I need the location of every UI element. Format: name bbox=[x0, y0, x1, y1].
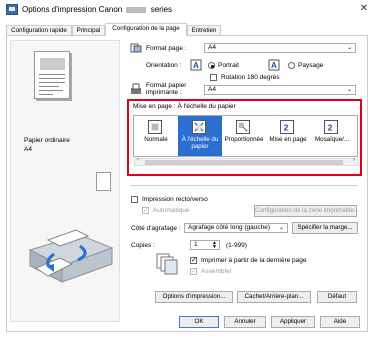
duplex-label: Impression recto/verso bbox=[142, 196, 208, 203]
layout-fit-icon bbox=[192, 120, 206, 134]
title-suffix: series bbox=[150, 5, 173, 14]
layout-item-poster[interactable]: 2 Mosaïque/... bbox=[310, 116, 354, 156]
print-options-button[interactable]: Options d'impression... bbox=[155, 291, 233, 303]
scroll-right-icon[interactable]: › bbox=[353, 157, 355, 163]
help-button[interactable]: Aide bbox=[320, 316, 360, 328]
last-page-label: Imprimer à partir de la dernière page bbox=[201, 257, 307, 264]
portrait-label: Portrait bbox=[218, 62, 239, 69]
printer-paper-label: Format papier imprimante : bbox=[146, 82, 186, 96]
landscape-icon: A bbox=[268, 59, 280, 71]
scroll-left-icon[interactable]: ‹ bbox=[137, 157, 139, 163]
printer-paper-label-line2: imprimante : bbox=[146, 89, 182, 96]
media-type: Papier ordinaire bbox=[24, 137, 70, 144]
layout-poster-icon: 2 bbox=[324, 120, 338, 134]
stapling-select[interactable]: Agrafage côté long (gauche) ⌄ bbox=[184, 223, 288, 233]
layout-list: Normale À l'échelle du papier Proportion… bbox=[133, 115, 358, 157]
printer-paper-select[interactable]: A4 ⌄ bbox=[204, 85, 356, 95]
page-size-label: Format page : bbox=[146, 45, 187, 52]
stapling-value: Agrafage côté long (gauche) bbox=[188, 224, 271, 231]
portrait-radio[interactable] bbox=[208, 62, 215, 69]
copies-spinner[interactable]: ▲ ▼ bbox=[212, 241, 217, 250]
rotate180-label: Rotation 180 degrés bbox=[221, 74, 280, 81]
printer-paper-icon bbox=[131, 83, 141, 94]
portrait-icon: A bbox=[190, 59, 202, 71]
apply-button[interactable]: Appliquer bbox=[271, 316, 315, 328]
layout-scrollbar[interactable]: ‹ › bbox=[134, 157, 358, 166]
page-preview bbox=[34, 51, 70, 99]
duplex-auto-checkbox[interactable]: ✓ bbox=[142, 207, 149, 214]
page-size-select[interactable]: A4 ⌄ bbox=[204, 43, 356, 53]
printer-paper-label-line1: Format papier bbox=[146, 82, 187, 89]
model-redacted bbox=[126, 6, 147, 13]
ok-button[interactable]: OK bbox=[179, 316, 219, 328]
printer-icon bbox=[6, 4, 18, 15]
duplex-auto-label: Automatique bbox=[153, 207, 190, 214]
scroll-thumb[interactable] bbox=[145, 160, 343, 165]
stapling-label: Côté d'agrafage : bbox=[131, 225, 181, 232]
layout-label-page-layout: Mise en page bbox=[269, 136, 307, 143]
small-paper-icon bbox=[96, 172, 111, 191]
page-size-value: A4 bbox=[208, 44, 216, 51]
copies-label: Copies : bbox=[131, 242, 155, 249]
title-prefix: Options d'impression Canon bbox=[22, 5, 123, 14]
collate-label: Assembler bbox=[201, 268, 232, 275]
specify-margin-button[interactable]: Spécifier la marge... bbox=[292, 222, 358, 234]
copies-range: (1-999) bbox=[226, 242, 247, 249]
layout-heading: Mise en page : À l'échelle du papier bbox=[133, 103, 236, 110]
title-bar: Options d'impression Canon series ✕ bbox=[0, 0, 374, 20]
cancel-button[interactable]: Annuler bbox=[224, 316, 266, 328]
last-page-checkbox[interactable]: ✓ bbox=[190, 257, 197, 264]
svg-text:2: 2 bbox=[328, 122, 333, 132]
window-title: Options d'impression Canon series bbox=[22, 5, 172, 14]
copies-value: 1 bbox=[194, 241, 198, 248]
duplex-checkbox[interactable] bbox=[131, 196, 138, 203]
svg-text:2: 2 bbox=[284, 122, 289, 132]
print-area-setup-button[interactable]: Configuration de la zone imprimable... bbox=[254, 205, 359, 217]
layout-label-normal: Normale bbox=[144, 136, 168, 143]
divider bbox=[130, 185, 358, 186]
print-options-window: Options d'impression Canon series ✕ Conf… bbox=[0, 0, 374, 338]
stamp-background-button[interactable]: Cachet/Arrière-plan... bbox=[237, 291, 311, 303]
layout-label-fit-to-paper: À l'échelle du papier bbox=[181, 136, 219, 150]
layout-label-scaled: Proportionnée bbox=[224, 136, 264, 143]
svg-text:A: A bbox=[193, 61, 199, 70]
orientation-label: Orientation : bbox=[146, 62, 182, 69]
layout-label-poster: Mosaïque/... bbox=[314, 136, 350, 143]
layout-item-scaled[interactable]: Proportionnée bbox=[222, 116, 266, 156]
landscape-label: Paysage bbox=[298, 62, 324, 69]
tab-page-setup[interactable]: Configuration de la page bbox=[105, 23, 187, 36]
landscape-radio[interactable] bbox=[288, 62, 295, 69]
page-size-icon bbox=[130, 43, 142, 53]
layout-normal-icon bbox=[148, 120, 162, 134]
defaults-button[interactable]: Défaut bbox=[317, 291, 357, 303]
copies-icon bbox=[156, 253, 178, 275]
close-icon[interactable]: ✕ bbox=[360, 3, 368, 14]
svg-text:A: A bbox=[271, 61, 277, 70]
layout-page-icon: 2 bbox=[280, 120, 294, 134]
collate-checkbox[interactable]: ✓ bbox=[190, 268, 197, 275]
rotate180-checkbox[interactable] bbox=[210, 74, 217, 81]
layout-item-fit-to-paper[interactable]: À l'échelle du papier bbox=[178, 116, 222, 156]
media-info: Papier ordinaire A4 bbox=[24, 136, 70, 154]
layout-item-normal[interactable]: Normale bbox=[134, 116, 178, 156]
media-size: A4 bbox=[24, 146, 32, 153]
printer-illustration bbox=[28, 229, 114, 283]
printer-paper-value: A4 bbox=[208, 86, 216, 93]
layout-scaled-icon bbox=[236, 120, 250, 134]
layout-item-page-layout[interactable]: 2 Mise en page bbox=[266, 116, 310, 156]
copies-input[interactable]: 1 ▲ ▼ bbox=[190, 240, 220, 250]
